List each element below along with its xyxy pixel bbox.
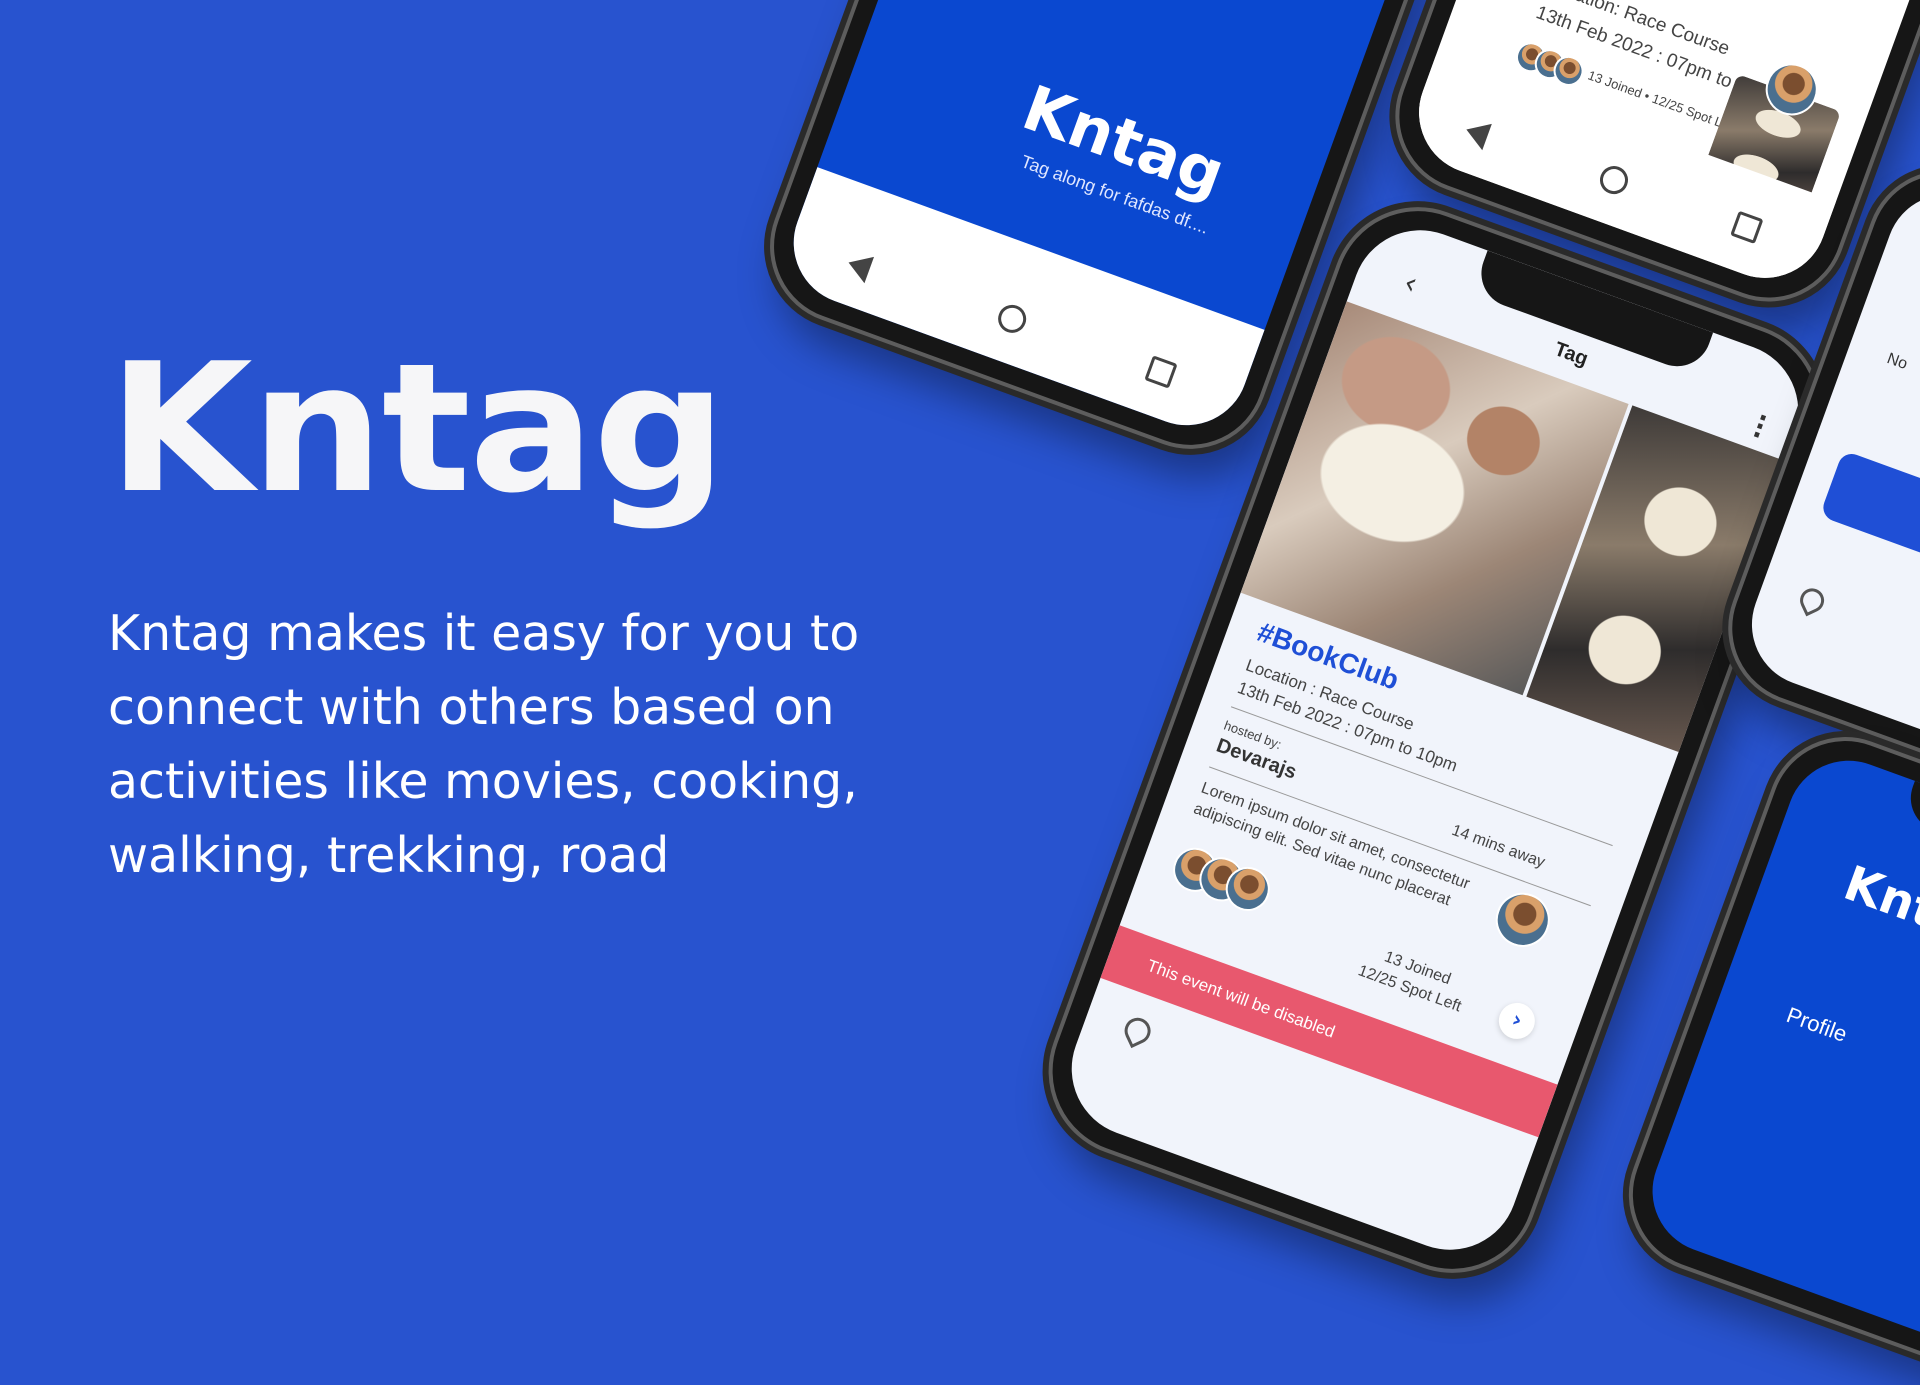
host-avatar [1488,885,1558,955]
back-chevron-icon[interactable]: ‹ [1399,265,1422,302]
home-circle-icon[interactable] [992,300,1036,345]
right-edge-label: No [1884,350,1910,374]
profile-logo: Kntag [1836,855,1920,963]
primary-button[interactable] [1819,450,1920,605]
location-pin-icon[interactable] [1120,1013,1155,1049]
more-vert-icon[interactable]: · · · [1747,403,1773,452]
back-triangle-icon[interactable] [843,247,887,291]
location-pin-icon[interactable] [1796,584,1829,617]
event-distance: 14 mins away [1449,821,1548,872]
profile-screen: Kntag Profile [1635,743,1920,1357]
chevron-right-icon: › [1508,1007,1526,1034]
android-nav-bar [776,167,1265,443]
recents-square-icon[interactable] [1141,355,1185,399]
profile-label: Profile [1783,1002,1851,1047]
brand-title: Kntag [108,325,727,532]
brand-tagline: Kntag makes it easy for you to connect w… [108,605,860,884]
home-circle-icon[interactable] [1594,162,1638,206]
disabled-event-banner: This event will be disabled [1100,925,1558,1138]
phone-notch [1901,780,1920,887]
join-arrow-button[interactable]: › [1493,997,1540,1045]
recents-square-icon[interactable] [1727,210,1771,255]
header-title: Tag [1551,338,1591,371]
back-triangle-icon[interactable] [1461,114,1505,158]
